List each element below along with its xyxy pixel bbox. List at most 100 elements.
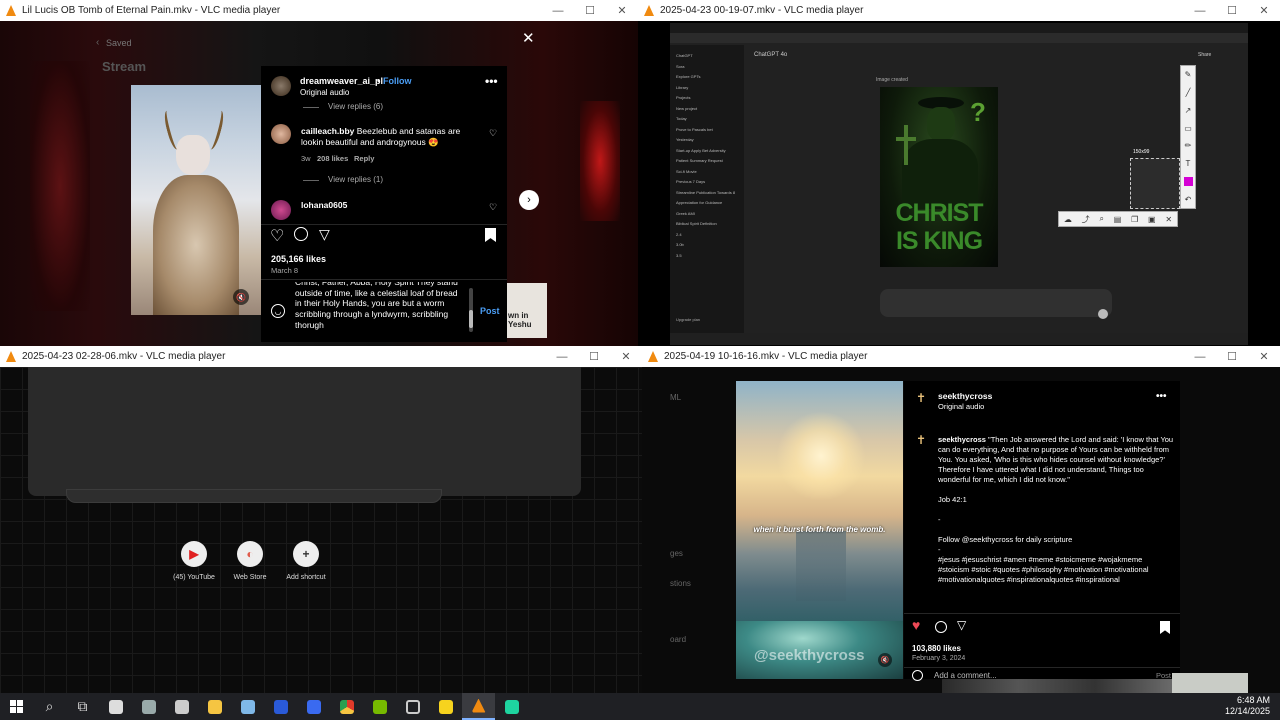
post-image[interactable]: 🔇 <box>131 85 261 315</box>
sidebar-item[interactable]: Biblical Spirit Definition <box>676 219 744 230</box>
system-clock[interactable]: 6:48 AM 12/14/2025 <box>1225 695 1270 717</box>
search-icon[interactable]: ⌕ <box>1099 214 1103 224</box>
close-icon[interactable]: ✕ <box>606 4 638 17</box>
avatar[interactable]: ✝ <box>914 391 928 405</box>
minimize-icon[interactable]: — <box>1184 351 1216 363</box>
original-audio[interactable]: Original audio <box>300 88 349 97</box>
hashtags[interactable]: #jesus #jesuschrist #amen #meme #stoicme… <box>938 555 1174 585</box>
next-post-arrow-icon[interactable]: › <box>519 190 539 210</box>
caption-user[interactable]: seekthycross <box>938 435 986 444</box>
pen-icon[interactable]: ✎ <box>1185 70 1192 79</box>
close-icon[interactable]: ✕ <box>610 350 642 363</box>
post-author[interactable]: seekthycross <box>938 391 992 401</box>
marker-icon[interactable]: ✏ <box>1185 141 1192 150</box>
start-windows-icon[interactable] <box>0 693 33 720</box>
comment-draft-input[interactable]: Christ, Father, Abba, Holy Spirit They s… <box>295 282 465 334</box>
mute-icon[interactable]: 🔇 <box>233 289 249 305</box>
share-label[interactable]: Share <box>1198 52 1211 58</box>
send-button-icon[interactable] <box>1098 309 1108 319</box>
comment-heart-icon[interactable]: ♡ <box>489 128 497 139</box>
app-blue-icon[interactable] <box>231 693 264 720</box>
sidebar-item[interactable]: Sci-fi Movie <box>676 167 744 178</box>
original-audio[interactable]: Original audio <box>938 402 984 411</box>
sidebar-item[interactable]: Projects <box>676 93 744 104</box>
comment-likes[interactable]: 208 likes <box>317 154 348 163</box>
app-circle-icon[interactable] <box>99 693 132 720</box>
comment-user[interactable]: cailleach.bby <box>301 126 354 136</box>
chrome-icon[interactable] <box>330 693 363 720</box>
upload-icon[interactable]: ☁ <box>1064 215 1072 224</box>
chat-input-box[interactable] <box>880 289 1112 317</box>
video-area[interactable]: ▶ (45) YouTube ◐ Web Store + Add shortcut <box>0 367 642 693</box>
shortcut-tile[interactable]: ◐ Web Store <box>228 541 272 581</box>
vlc-window-4[interactable]: 2025-04-19 10-16-16.mkv - VLC media play… <box>642 346 1280 693</box>
nvidia-icon[interactable] <box>363 693 396 720</box>
likes-count[interactable]: 103,880 likes <box>912 644 961 653</box>
maximize-icon[interactable]: ☐ <box>574 4 606 17</box>
comment-icon[interactable] <box>935 621 947 633</box>
sidebar-item[interactable]: 3.5 <box>676 251 744 262</box>
emoji-icon[interactable]: ◡ <box>271 304 285 318</box>
sidebar-item[interactable]: New project <box>676 104 744 115</box>
titlebar[interactable]: 2025-04-23 00-19-07.mkv - VLC media play… <box>638 0 1280 21</box>
task-view-icon[interactable]: ⧉ <box>66 693 99 720</box>
likes-count[interactable]: 205,166 likes <box>271 254 326 264</box>
sidebar-item[interactable]: Explore GPTs <box>676 72 744 83</box>
snip-toolbar[interactable]: ☁ ⤴ ⌕ ▤ ❐ ▣ ✕ <box>1058 211 1178 227</box>
comment-user-2[interactable]: lohana0605 <box>301 200 347 210</box>
comment-avatar-2[interactable] <box>271 200 291 220</box>
minimize-icon[interactable]: — <box>542 5 574 17</box>
post-author[interactable]: dreamweaver_ai_pl <box>300 76 383 86</box>
share-icon[interactable]: ⤴ <box>1082 214 1090 225</box>
app-gray-icon[interactable] <box>132 693 165 720</box>
sidebar-item[interactable]: Yesterday <box>676 135 744 146</box>
sidebar-item[interactable]: Start-up Apply Bet Adversity <box>676 146 744 157</box>
saved-label[interactable]: Saved <box>106 38 132 48</box>
generated-image[interactable]: ? CHRIST IS KING <box>880 87 998 267</box>
titlebar[interactable]: Lil Lucis OB Tomb of Eternal Pain.mkv - … <box>0 0 638 21</box>
video-area[interactable]: ML ges stions oard when it burst forth f… <box>642 367 1280 693</box>
rect-icon[interactable]: ▭ <box>1184 124 1192 133</box>
close-icon[interactable]: ✕ <box>1248 4 1280 17</box>
chatgpt-model-label[interactable]: ChatGPT 4o <box>754 52 787 58</box>
view-replies[interactable]: View replies (6) <box>328 102 383 111</box>
vlc-window-1[interactable]: Lil Lucis OB Tomb of Eternal Pain.mkv - … <box>0 0 638 346</box>
sidebar-item[interactable]: 3.0b <box>676 240 744 251</box>
titlebar[interactable]: 2025-04-19 10-16-16.mkv - VLC media play… <box>642 346 1280 367</box>
sidebar-item[interactable]: 2.4 <box>676 230 744 241</box>
file-explorer-icon[interactable] <box>198 693 231 720</box>
sidebar-item[interactable]: Sora <box>676 62 744 73</box>
sidebar-item[interactable]: Library <box>676 83 744 94</box>
like-icon-filled[interactable]: ♥ <box>912 617 920 633</box>
sidebar-item[interactable]: Patient Summary Request <box>676 156 744 167</box>
scrollbar-thumb[interactable] <box>469 310 473 328</box>
app-green-icon[interactable] <box>495 693 528 720</box>
more-options-icon[interactable]: ••• <box>485 74 498 88</box>
like-icon[interactable]: ♡ <box>270 226 284 246</box>
color-swatch-icon[interactable] <box>1183 176 1193 186</box>
post-image[interactable]: when it burst forth from the womb. @seek… <box>736 381 903 679</box>
post-button[interactable]: Post <box>480 306 500 316</box>
app-m-icon[interactable] <box>264 693 297 720</box>
caption-avatar[interactable]: ✝ <box>914 433 928 447</box>
more-options-icon[interactable]: ••• <box>1156 391 1167 402</box>
sidebar-item[interactable]: Greek AMI <box>676 209 744 220</box>
titlebar[interactable]: 2025-04-23 02-28-06.mkv - VLC media play… <box>0 346 642 367</box>
close-icon[interactable]: ✕ <box>1248 350 1280 363</box>
save-icon[interactable]: ▣ <box>1148 215 1156 224</box>
video-area[interactable]: ChatGPT Sora Explore GPTs Library Projects Ne… <box>638 21 1280 346</box>
sticky-notes-icon[interactable] <box>429 693 462 720</box>
back-chevron-icon[interactable]: ‹ <box>96 37 99 48</box>
maximize-icon[interactable]: ☐ <box>578 350 610 363</box>
emoji-icon[interactable] <box>912 670 923 681</box>
sidebar-item[interactable]: Today <box>676 114 744 125</box>
comment-icon[interactable] <box>294 227 308 241</box>
line-icon[interactable]: ╱ <box>1186 88 1191 97</box>
app-doc-icon[interactable] <box>165 693 198 720</box>
draft-scrollbar[interactable] <box>469 288 473 332</box>
sidebar-item[interactable]: Prove to Pascals bet <box>676 125 744 136</box>
print-icon[interactable]: ▤ <box>1114 215 1122 224</box>
sidebar-item[interactable]: Previous 7 Days <box>676 177 744 188</box>
maximize-icon[interactable]: ☐ <box>1216 4 1248 17</box>
share-icon[interactable]: ▽ <box>319 226 330 243</box>
